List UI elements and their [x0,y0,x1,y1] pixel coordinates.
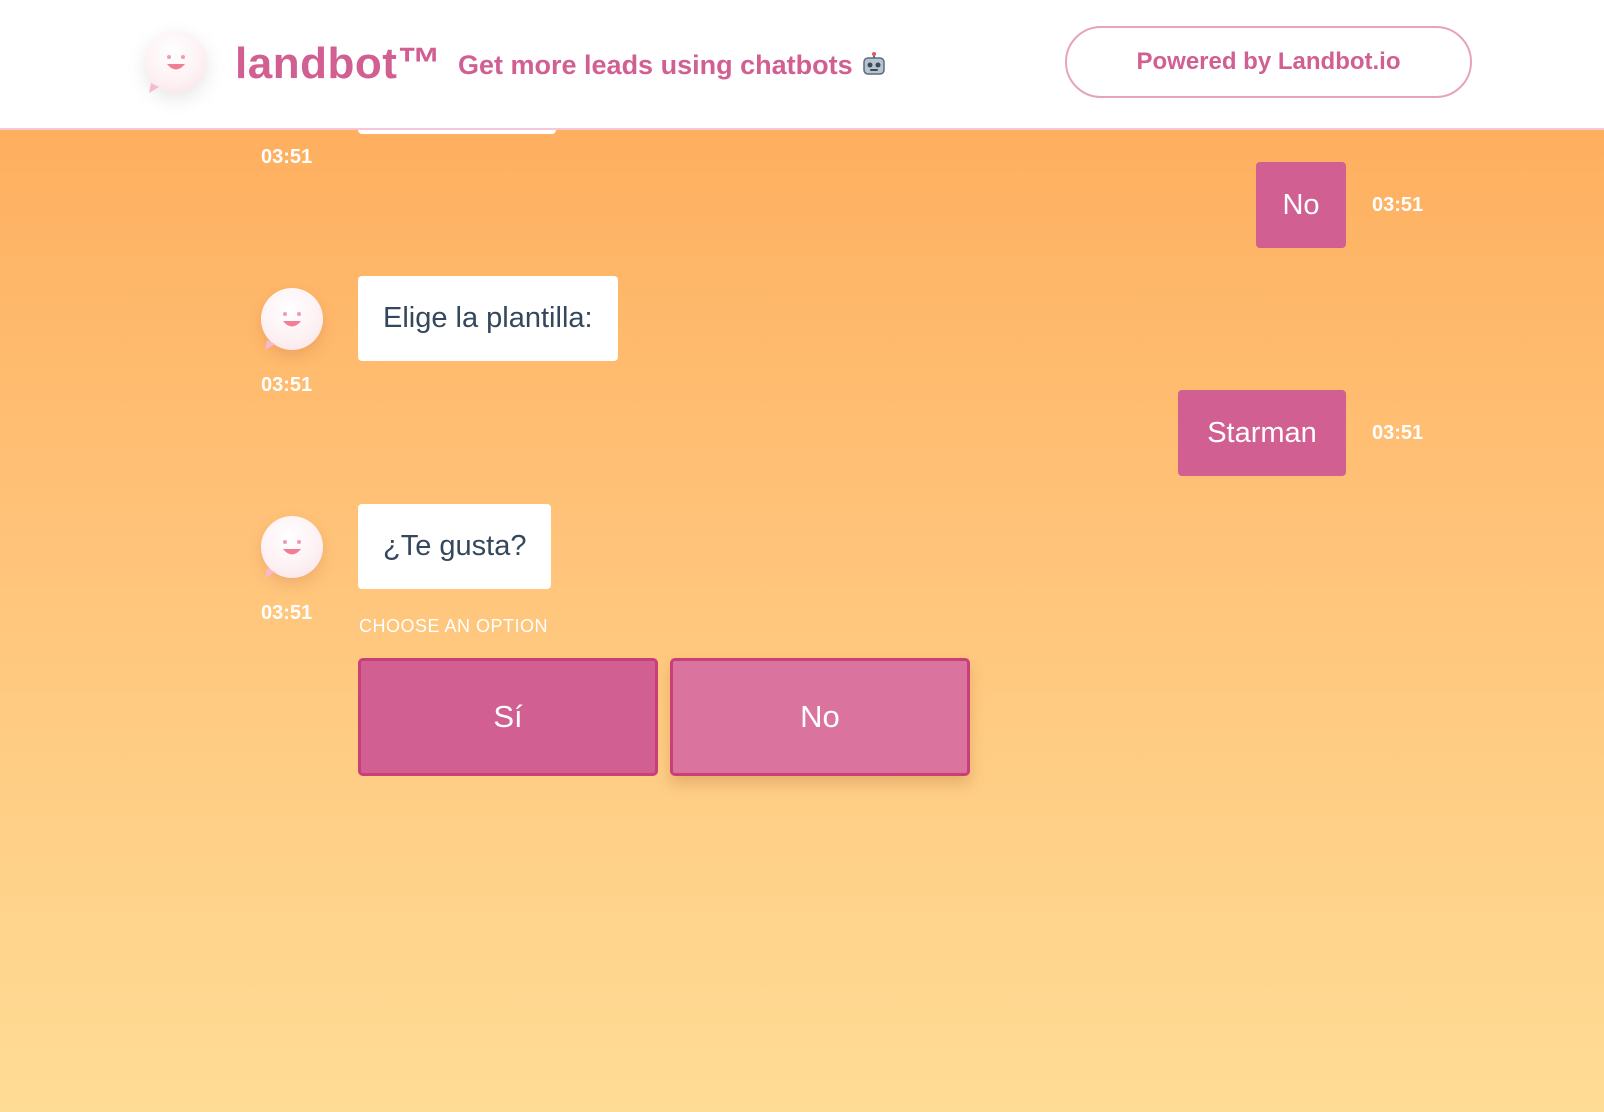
bot-avatar [261,288,323,350]
robot-icon [861,52,887,78]
message-time: 03:51 [261,146,313,168]
brand-name: landbot™ [235,39,442,88]
message-time: 03:51 [261,602,313,624]
tagline: Get more leads using chatbots [458,48,887,82]
user-message-bubble: Starman [1178,390,1346,476]
user-message-bubble: No [1256,162,1346,248]
powered-by-button[interactable]: Powered by Landbot.io [1065,26,1472,98]
option-yes-button[interactable]: Sí [358,658,658,776]
bot-message-bubble: Elige la plantilla: [358,276,618,361]
message-time: 03:51 [1372,194,1424,216]
tagline-text: Get more leads using chatbots [458,50,853,80]
header: landbot™ Get more leads using chatbots P… [0,0,1604,130]
message-time: 03:51 [1372,422,1424,444]
bot-avatar [261,516,323,578]
bot-message-bubble: ¿Te gusta? [358,504,552,589]
message-time: 03:51 [261,374,313,396]
choose-option-label: CHOOSE AN OPTION [359,616,549,636]
smiley-face-icon [265,312,301,350]
landbot-logo [145,31,207,93]
option-no-button[interactable]: No [670,658,970,776]
smiley-face-icon [149,55,185,93]
smiley-face-icon [265,540,301,578]
